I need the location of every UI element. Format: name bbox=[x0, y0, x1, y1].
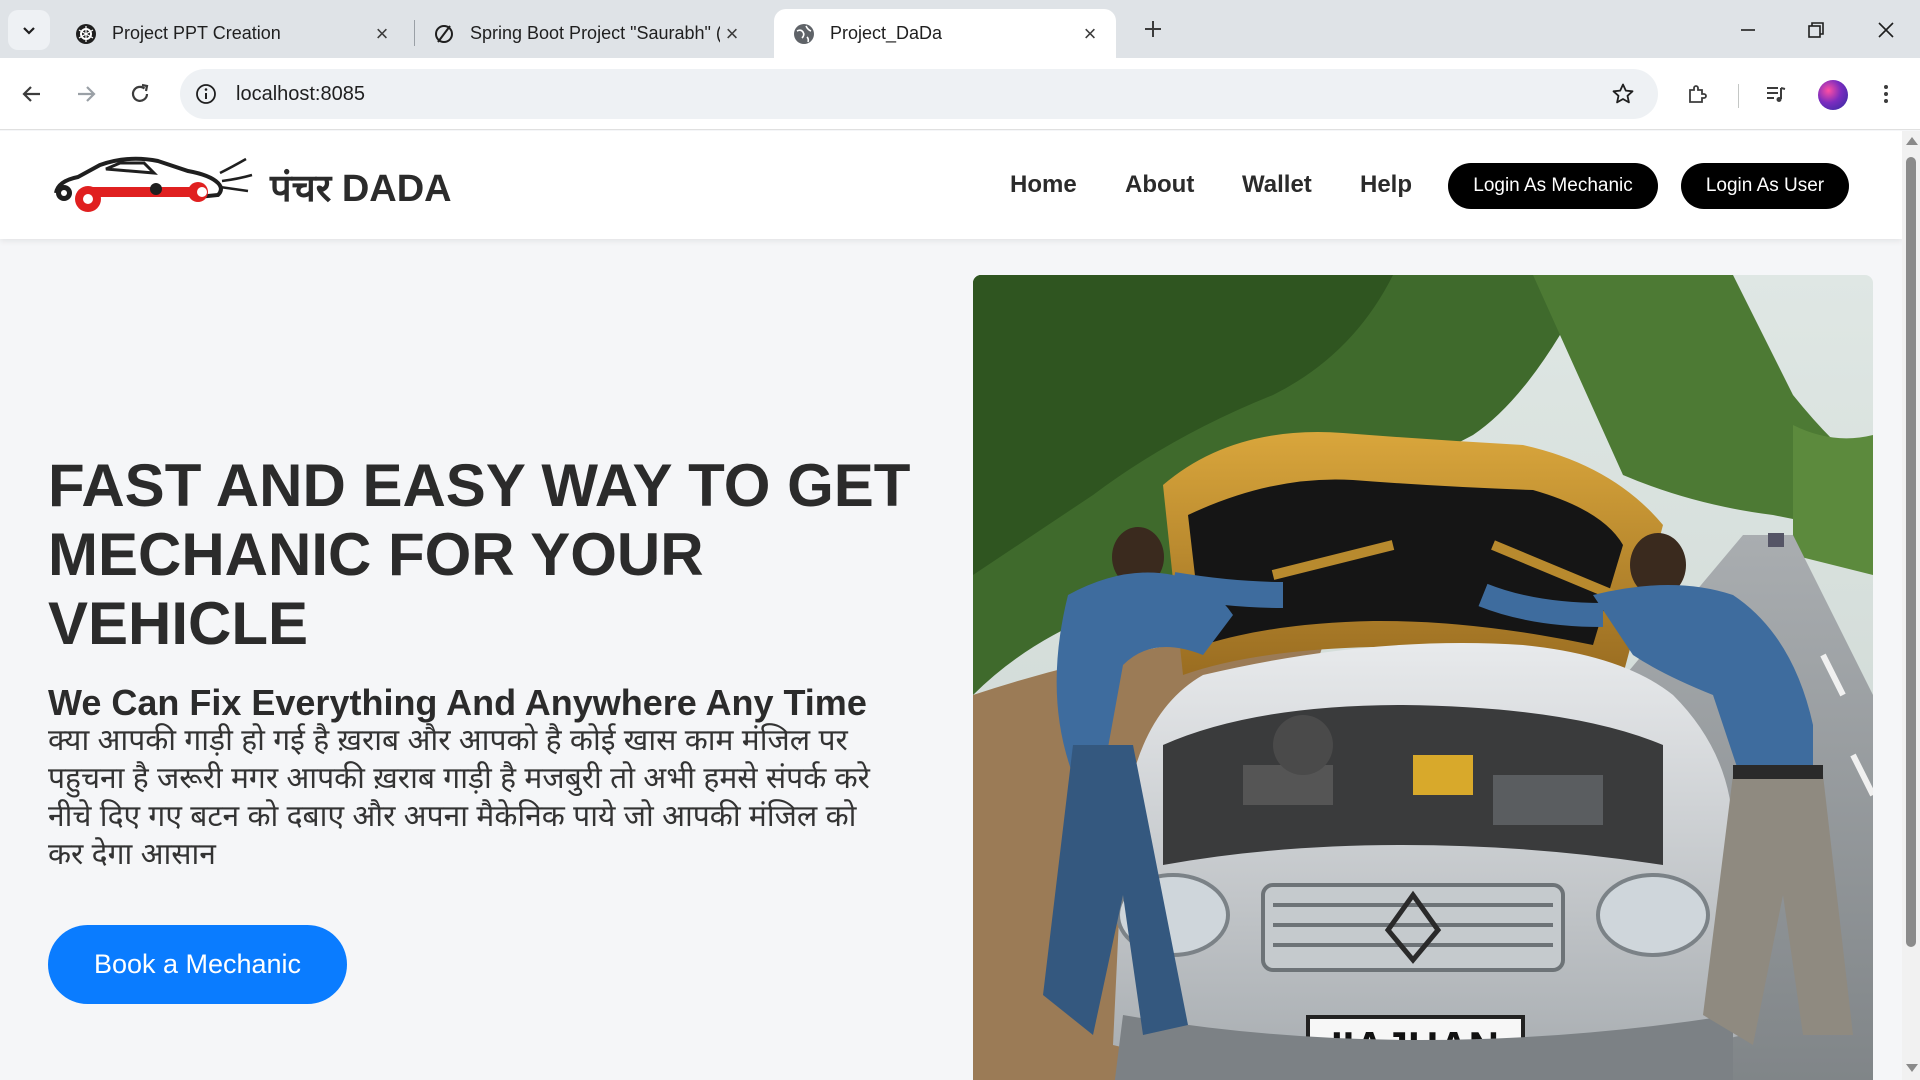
media-control-button[interactable] bbox=[1758, 76, 1794, 112]
openai-icon bbox=[74, 22, 98, 46]
tab-spring-boot[interactable]: Spring Boot Project "Saurabh" ( × bbox=[414, 9, 758, 58]
playlist-music-icon bbox=[1767, 87, 1786, 102]
minimize-button[interactable] bbox=[1728, 12, 1768, 48]
tab-project-ppt[interactable]: Project PPT Creation × bbox=[56, 9, 408, 58]
hero-title: FAST AND EASY WAY TO GET MECHANIC FOR YO… bbox=[48, 452, 911, 657]
page-viewport: पंचर DADA Home About Wallet Help Login A… bbox=[0, 131, 1902, 1080]
book-mechanic-button[interactable]: Book a Mechanic bbox=[48, 925, 347, 1004]
close-window-button[interactable] bbox=[1866, 12, 1906, 48]
minimize-icon bbox=[1741, 29, 1755, 31]
globe-icon bbox=[792, 22, 816, 46]
restore-button[interactable] bbox=[1796, 12, 1836, 48]
arrow-right-icon bbox=[78, 86, 96, 102]
url-text[interactable]: localhost:8085 bbox=[236, 83, 365, 106]
puzzle-icon bbox=[1689, 85, 1707, 103]
tab-title: Spring Boot Project "Saurabh" ( bbox=[470, 23, 720, 43]
site-header: पंचर DADA Home About Wallet Help Login A… bbox=[0, 131, 1902, 239]
scroll-down-arrow-icon[interactable] bbox=[1906, 1064, 1918, 1072]
nav-wallet[interactable]: Wallet bbox=[1242, 171, 1312, 199]
tab-title: Project_DaDa bbox=[830, 23, 943, 43]
hero-mechanics-image: IIAJHAN bbox=[973, 275, 1873, 1080]
nav-help[interactable]: Help bbox=[1360, 171, 1412, 199]
hero-subtitle: We Can Fix Everything And Anywhere Any T… bbox=[48, 682, 867, 723]
brand-name[interactable]: पंचर DADA bbox=[270, 161, 452, 213]
plus-icon bbox=[1145, 21, 1161, 37]
login-mechanic-button[interactable]: Login As Mechanic bbox=[1448, 163, 1658, 209]
close-icon[interactable]: × bbox=[1078, 21, 1102, 46]
tab-search-button[interactable] bbox=[8, 10, 50, 50]
close-icon[interactable]: × bbox=[720, 21, 744, 46]
more-vert-icon bbox=[1884, 85, 1888, 103]
page-scrollbar[interactable] bbox=[1902, 131, 1920, 1080]
new-tab-button[interactable] bbox=[1138, 14, 1168, 44]
reload-button[interactable] bbox=[122, 76, 158, 112]
site-info-icon[interactable] bbox=[194, 82, 218, 106]
scrollbar-thumb[interactable] bbox=[1906, 157, 1916, 947]
close-icon[interactable]: × bbox=[370, 21, 394, 46]
browser-menu-button[interactable] bbox=[1868, 76, 1904, 112]
address-bar[interactable]: localhost:8085 bbox=[180, 69, 1658, 119]
back-button[interactable] bbox=[14, 76, 50, 112]
hero-description: क्या आपकी गाड़ी हो गई है ख़राब और आपको ह… bbox=[48, 724, 870, 871]
close-icon bbox=[1878, 22, 1894, 38]
nav-about[interactable]: About bbox=[1125, 171, 1194, 199]
toolbar-divider bbox=[1738, 84, 1739, 108]
profile-avatar[interactable] bbox=[1818, 80, 1848, 110]
bookmark-star-icon[interactable] bbox=[1610, 81, 1636, 107]
perplexity-icon bbox=[432, 22, 456, 46]
mechanic-car-logo[interactable] bbox=[48, 153, 254, 217]
extensions-button[interactable] bbox=[1680, 76, 1716, 112]
browser-toolbar: localhost:8085 bbox=[0, 58, 1920, 130]
tab-project-dada[interactable]: Project_DaDa × bbox=[774, 9, 1116, 58]
restore-icon bbox=[1808, 22, 1824, 38]
nav-home[interactable]: Home bbox=[1010, 171, 1077, 199]
chevron-down-icon bbox=[23, 27, 35, 35]
login-user-button[interactable]: Login As User bbox=[1681, 163, 1849, 209]
scroll-up-arrow-icon[interactable] bbox=[1906, 137, 1918, 145]
reload-icon bbox=[131, 83, 149, 102]
tab-title: Project PPT Creation bbox=[112, 23, 281, 43]
forward-button[interactable] bbox=[68, 76, 104, 112]
browser-tabstrip: Project PPT Creation × Spring Boot Proje… bbox=[0, 0, 1920, 58]
arrow-left-icon bbox=[22, 86, 40, 102]
